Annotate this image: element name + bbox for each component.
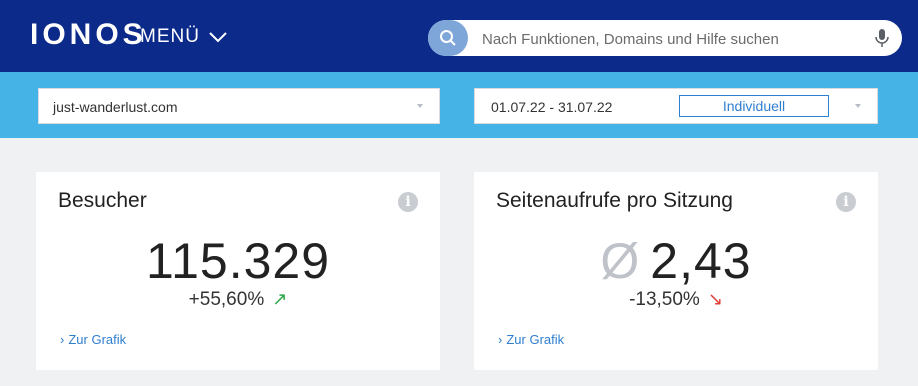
domain-select[interactable]: just-wanderlust.com: [38, 88, 440, 124]
date-range-select[interactable]: 01.07.22 - 31.07.22 Individuell: [474, 88, 878, 124]
card-title: Besucher: [58, 189, 147, 212]
chart-link[interactable]: › Zur Grafik: [498, 332, 564, 347]
pageviews-per-session-card: Seitenaufrufe pro Sitzung i Ø 2,43 -13,50…: [474, 172, 878, 370]
chevron-right-icon: ›: [60, 332, 65, 347]
card-title: Seitenaufrufe pro Sitzung: [496, 189, 733, 212]
metric-number: 115.329: [145, 233, 331, 289]
metric-value: Ø 2,43: [474, 232, 878, 290]
caret-down-icon: [417, 104, 423, 108]
metric-change: -13,50% ↘: [474, 289, 878, 311]
search-button[interactable]: [428, 20, 468, 56]
date-range-value: 01.07.22 - 31.07.22: [491, 99, 613, 115]
caret-down-icon: [855, 104, 861, 108]
metric-number: 2,43: [650, 233, 752, 289]
top-header: IONOS MENÜ: [0, 0, 918, 72]
menu-label: MENÜ: [140, 26, 200, 47]
chart-link[interactable]: › Zur Grafik: [60, 332, 126, 347]
chevron-down-icon: [209, 32, 227, 43]
visitors-card: Besucher i 115.329 +55,60% ↗ › Zur Grafik: [36, 172, 440, 370]
search-icon: [440, 30, 456, 46]
menu-button[interactable]: MENÜ: [140, 26, 228, 48]
domain-value: just-wanderlust.com: [53, 99, 178, 115]
trend-down-icon: ↘: [707, 289, 723, 309]
chevron-right-icon: ›: [498, 332, 503, 347]
trend-up-icon: ↗: [272, 289, 288, 309]
metric-value: 115.329: [36, 232, 440, 290]
chart-link-label: Zur Grafik: [506, 332, 565, 347]
range-type-button[interactable]: Individuell: [679, 95, 829, 117]
microphone-icon[interactable]: [874, 28, 890, 48]
change-value: -13,50%: [629, 289, 700, 310]
change-value: +55,60%: [188, 289, 265, 310]
metric-change: +55,60% ↗: [36, 289, 440, 311]
average-symbol: Ø: [600, 233, 641, 289]
chart-link-label: Zur Grafik: [68, 332, 127, 347]
search-input[interactable]: [480, 20, 864, 58]
info-icon[interactable]: i: [398, 192, 418, 212]
info-icon[interactable]: i: [836, 192, 856, 212]
ionos-logo[interactable]: IONOS: [30, 18, 147, 52]
search-bar: [428, 20, 902, 58]
